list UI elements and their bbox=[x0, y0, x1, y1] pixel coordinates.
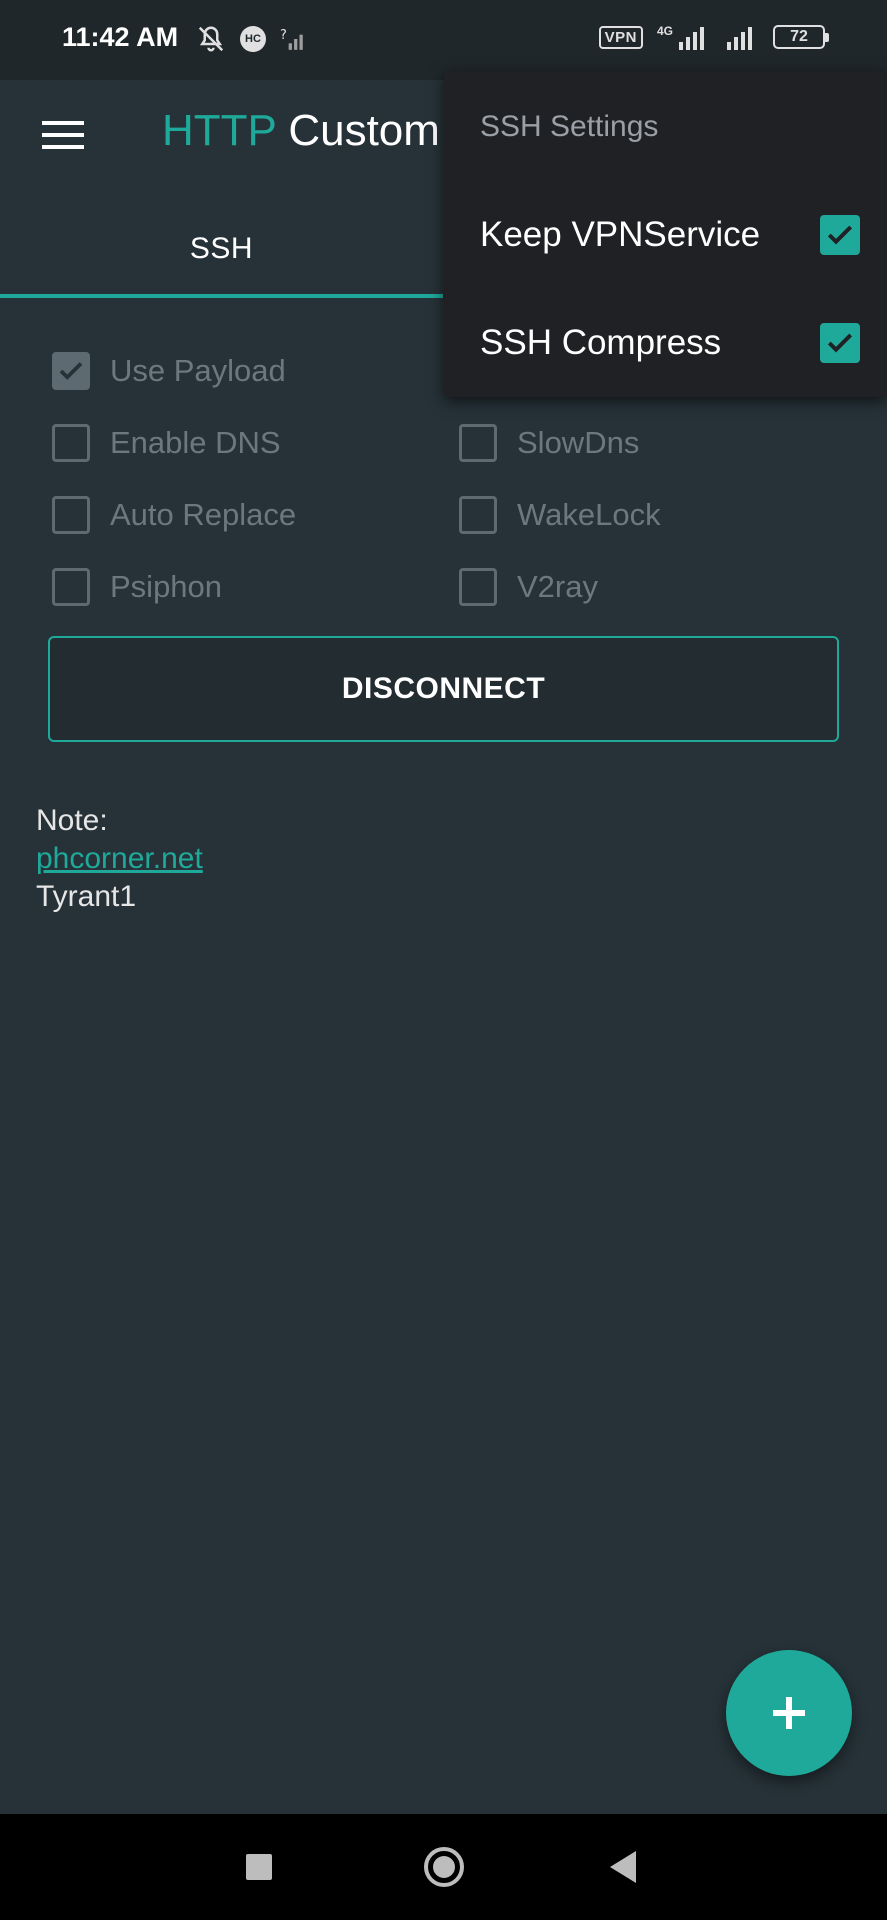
label-wakelock: WakeLock bbox=[517, 497, 661, 532]
add-fab-button[interactable] bbox=[726, 1650, 852, 1776]
signal-icon bbox=[679, 27, 704, 50]
label-use-payload: Use Payload bbox=[110, 353, 286, 388]
screen: 11:42 AM HC ? VPN 4G 72 HTTP Custom SSH … bbox=[0, 0, 887, 1920]
note-heading: Note: bbox=[36, 804, 108, 837]
status-bar: 11:42 AM HC ? VPN 4G 72 bbox=[0, 0, 887, 80]
triangle-back-icon[interactable] bbox=[606, 1848, 640, 1886]
vpn-badge: VPN bbox=[598, 25, 643, 49]
note-link[interactable]: phcorner.net bbox=[36, 840, 203, 878]
note-text: Tyrant1 bbox=[36, 880, 137, 913]
checkbox-v2ray[interactable] bbox=[459, 568, 497, 606]
checkbox-use-payload[interactable] bbox=[52, 352, 90, 390]
label-slowdns: SlowDns bbox=[517, 425, 640, 460]
option-slowdns[interactable]: SlowDns bbox=[459, 424, 639, 462]
checkbox-wakelock[interactable] bbox=[459, 496, 497, 534]
app-title-http: HTTP bbox=[162, 106, 277, 155]
app-title-custom: Custom bbox=[288, 106, 440, 155]
checkbox-ssh-compress[interactable] bbox=[820, 323, 860, 363]
checkmark-icon bbox=[827, 333, 853, 353]
square-icon[interactable] bbox=[246, 1854, 272, 1880]
label-auto-replace: Auto Replace bbox=[110, 497, 297, 532]
popup-title: SSH Settings bbox=[480, 110, 659, 143]
tab-ssh[interactable]: SSH bbox=[0, 200, 443, 298]
popup-item-ssh-compress[interactable]: SSH Compress bbox=[480, 303, 860, 383]
popup-item-keep-vpnservice[interactable]: Keep VPNService bbox=[480, 195, 860, 275]
hc-app-icon: HC bbox=[240, 26, 266, 52]
status-right-icons: VPN 4G 72 bbox=[598, 24, 829, 50]
navigation-bar bbox=[0, 1814, 887, 1920]
circle-icon[interactable] bbox=[423, 1846, 465, 1888]
tab-indicator bbox=[0, 294, 443, 298]
note-section: Note: phcorner.net Tyrant1 bbox=[36, 802, 203, 916]
popup-item-label: SSH Compress bbox=[480, 323, 722, 362]
option-v2ray[interactable]: V2ray bbox=[459, 568, 598, 606]
checkbox-slowdns[interactable] bbox=[459, 424, 497, 462]
plus-icon bbox=[773, 1697, 805, 1729]
ssh-settings-popup: SSH Settings Keep VPNService SSH Compres… bbox=[444, 72, 887, 397]
option-enable-dns[interactable]: Enable DNS bbox=[52, 424, 281, 462]
checkbox-auto-replace[interactable] bbox=[52, 496, 90, 534]
signal-unknown-icon: ? bbox=[280, 28, 303, 50]
battery-icon: 72 bbox=[773, 25, 829, 49]
option-psiphon[interactable]: Psiphon bbox=[52, 568, 222, 606]
label-v2ray: V2ray bbox=[517, 569, 598, 604]
popup-item-label: Keep VPNService bbox=[480, 215, 761, 254]
label-enable-dns: Enable DNS bbox=[110, 425, 281, 460]
app-title: HTTP Custom bbox=[162, 106, 440, 156]
signal-icon-2 bbox=[727, 27, 752, 50]
hamburger-icon[interactable] bbox=[40, 112, 86, 158]
checkbox-psiphon[interactable] bbox=[52, 568, 90, 606]
checkbox-keep-vpnservice[interactable] bbox=[820, 215, 860, 255]
checkmark-icon bbox=[827, 225, 853, 245]
bell-off-icon bbox=[198, 26, 224, 52]
network-type-label: 4G bbox=[656, 24, 673, 38]
checkbox-enable-dns[interactable] bbox=[52, 424, 90, 462]
disconnect-button[interactable]: DISCONNECT bbox=[48, 636, 839, 742]
label-psiphon: Psiphon bbox=[110, 569, 223, 604]
status-left-icons: HC ? bbox=[196, 24, 306, 54]
status-time: 11:42 AM bbox=[62, 22, 179, 52]
svg-text:?: ? bbox=[280, 28, 287, 43]
checkmark-icon bbox=[59, 362, 83, 380]
option-wakelock[interactable]: WakeLock bbox=[459, 496, 661, 534]
option-auto-replace[interactable]: Auto Replace bbox=[52, 496, 296, 534]
battery-level: 72 bbox=[790, 28, 808, 45]
option-use-payload[interactable]: Use Payload bbox=[52, 352, 286, 390]
